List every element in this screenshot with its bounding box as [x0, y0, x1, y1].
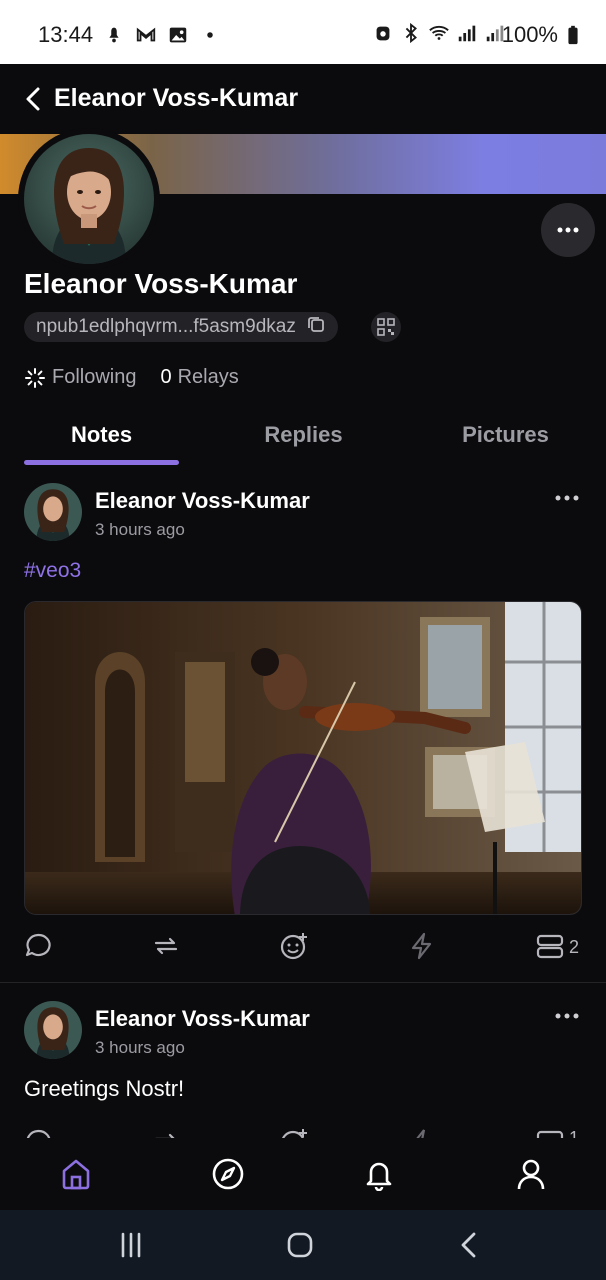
notification-icon [103, 24, 125, 46]
hashtag-link[interactable]: #veo3 [24, 559, 81, 583]
bottom-navigation [0, 1138, 606, 1210]
tab-pictures[interactable]: Pictures [428, 422, 583, 448]
zap-icon[interactable] [406, 1126, 438, 1138]
gmail-icon [135, 24, 157, 46]
notifications-icon[interactable] [361, 1156, 397, 1192]
note-avatar[interactable] [24, 1001, 82, 1059]
follow-stats: Following 0 Relays [24, 366, 239, 389]
following-link[interactable]: Following [52, 366, 136, 389]
npub-pill[interactable]: npub1edlphqvrm...f5asm9dkaz [24, 312, 338, 342]
note-timestamp: 3 hours ago [95, 1038, 185, 1057]
note-content: Greetings Nostr! [24, 1076, 185, 1101]
relay-count: 1 [569, 1128, 580, 1138]
note-timestamp: 3 hours ago [95, 520, 185, 539]
qr-code-button[interactable] [371, 312, 401, 342]
system-navigation-bar [0, 1210, 606, 1280]
npub-text: npub1edlphqvrm...f5asm9dkaz [36, 316, 296, 337]
battery-percent: 100% [501, 22, 558, 47]
avatar-image [24, 134, 154, 264]
status-time: 13:44 [38, 22, 94, 47]
home-button-icon[interactable] [283, 1228, 317, 1262]
profile-avatar[interactable] [18, 128, 160, 270]
more-horizontal-icon [557, 227, 579, 233]
bluetooth-icon [400, 22, 422, 44]
more-horizontal-icon [555, 1013, 579, 1019]
back-button[interactable] [18, 82, 48, 116]
zap-icon[interactable] [406, 930, 438, 962]
tab-active-indicator [24, 460, 179, 465]
profile-more-button[interactable] [541, 203, 595, 257]
recent-apps-icon[interactable] [114, 1228, 148, 1262]
note-author-name[interactable]: Eleanor Voss-Kumar [95, 488, 310, 514]
chevron-left-icon [26, 87, 40, 111]
reaction-icon[interactable] [278, 1126, 310, 1138]
explore-icon[interactable] [210, 1156, 246, 1192]
note-image[interactable] [24, 601, 582, 915]
note-actions: 1 [0, 1124, 606, 1138]
repost-icon[interactable] [150, 1126, 182, 1138]
alarm-icon [372, 22, 394, 44]
battery-icon [562, 24, 584, 46]
tab-notes[interactable]: Notes [24, 422, 179, 448]
note-divider [0, 982, 606, 983]
tab-replies[interactable]: Replies [226, 422, 381, 448]
reply-icon[interactable] [22, 930, 54, 962]
gallery-icon [167, 24, 189, 46]
app-header: Eleanor Voss-Kumar [0, 64, 606, 134]
reply-icon[interactable] [22, 1126, 54, 1138]
relay-count: 2 [569, 937, 580, 957]
relays-link[interactable]: Relays [178, 366, 239, 389]
status-bar: 13:44 100% [0, 0, 606, 64]
profile-tabs: Notes Replies Pictures [0, 412, 606, 466]
dot-icon [199, 24, 221, 46]
more-horizontal-icon [555, 495, 579, 501]
wifi-icon [428, 22, 450, 44]
system-back-icon[interactable] [452, 1228, 486, 1262]
signal-icon [456, 22, 478, 44]
relays-icon[interactable] [534, 930, 566, 962]
note-more-button[interactable] [552, 1008, 582, 1024]
relays-icon[interactable] [534, 1126, 566, 1138]
profile-name: Eleanor Voss-Kumar [24, 268, 298, 299]
note-avatar[interactable] [24, 483, 82, 541]
reaction-icon[interactable] [278, 930, 310, 962]
note-more-button[interactable] [552, 490, 582, 506]
profile-icon[interactable] [513, 1156, 549, 1192]
repost-icon[interactable] [150, 930, 182, 962]
home-icon[interactable] [58, 1156, 94, 1192]
qr-code-icon [377, 318, 395, 336]
violinist-image [25, 602, 581, 914]
page-title: Eleanor Voss-Kumar [54, 84, 299, 112]
note-actions: 2 [0, 928, 606, 968]
loading-spinner-icon [24, 367, 46, 389]
relays-count: 0 [160, 366, 172, 388]
note-author-name[interactable]: Eleanor Voss-Kumar [95, 1006, 310, 1032]
copy-icon[interactable] [306, 314, 326, 340]
